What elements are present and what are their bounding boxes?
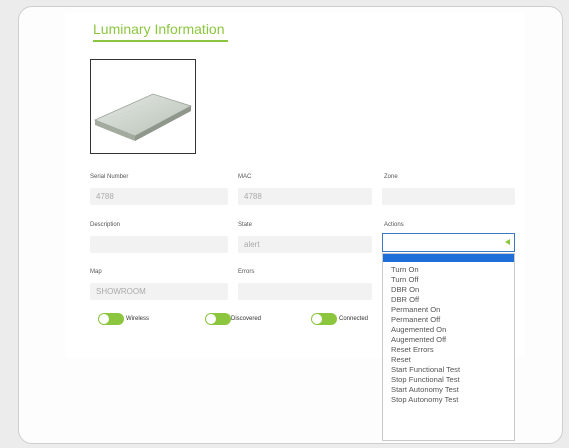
- wireless-toggle[interactable]: [98, 313, 124, 325]
- option-augemented-on[interactable]: Augemented On: [383, 325, 514, 335]
- option-start-autonomy-test[interactable]: Start Autonomy Test: [383, 385, 514, 395]
- discovered-toggle[interactable]: [205, 313, 231, 325]
- option-turn-off[interactable]: Turn Off: [383, 275, 514, 285]
- description-field[interactable]: [90, 236, 228, 253]
- caret-left-icon: [505, 239, 510, 245]
- option-stop-autonomy-test[interactable]: Stop Autonomy Test: [383, 395, 514, 405]
- toggle-knob: [312, 314, 322, 324]
- map-label: Map: [90, 269, 102, 275]
- luminary-image: [90, 59, 196, 154]
- section-title: Luminary Information: [93, 21, 225, 37]
- toggle-knob: [206, 314, 216, 324]
- option-reset-errors[interactable]: Reset Errors: [383, 345, 514, 355]
- serial-number-field[interactable]: 4788: [90, 188, 228, 205]
- connected-label: Connected: [339, 316, 369, 322]
- discovered-label: Discovered: [231, 316, 262, 322]
- option-start-functional-test[interactable]: Start Functional Test: [383, 365, 514, 375]
- actions-select[interactable]: [382, 233, 515, 252]
- toggle-knob: [99, 314, 109, 324]
- option-permanent-off[interactable]: Permanent Off: [383, 315, 514, 325]
- option-augemented-off[interactable]: Augemented Off: [383, 335, 514, 345]
- mac-label: MAC: [238, 174, 252, 180]
- option-permanent-on[interactable]: Permanent On: [383, 305, 514, 315]
- zone-field[interactable]: [382, 188, 515, 205]
- serial-number-label: Serial Number: [90, 174, 129, 180]
- option-reset[interactable]: Reset: [383, 355, 514, 365]
- option-turn-on[interactable]: Turn On: [383, 265, 514, 275]
- state-label: State: [238, 222, 253, 228]
- option-stop-functional-test[interactable]: Stop Functional Test: [383, 375, 514, 385]
- description-label: Description: [90, 222, 121, 228]
- state-field[interactable]: alert: [238, 236, 372, 253]
- actions-label: Actions: [384, 222, 404, 228]
- errors-label: Errors: [238, 269, 255, 275]
- mac-field[interactable]: 4788: [238, 188, 372, 205]
- map-field[interactable]: SHOWROOM: [90, 283, 228, 300]
- dropdown-selected-empty-option[interactable]: [383, 254, 514, 262]
- wireless-label: Wireless: [126, 316, 150, 322]
- errors-field[interactable]: [238, 283, 372, 300]
- zone-label: Zone: [384, 174, 398, 180]
- option-dbr-on[interactable]: DBR On: [383, 285, 514, 295]
- option-dbr-off[interactable]: DBR Off: [383, 295, 514, 305]
- actions-dropdown-list: Turn On Turn Off DBR On DBR Off Permanen…: [382, 253, 515, 441]
- connected-toggle[interactable]: [311, 313, 337, 325]
- title-underline: [93, 40, 228, 42]
